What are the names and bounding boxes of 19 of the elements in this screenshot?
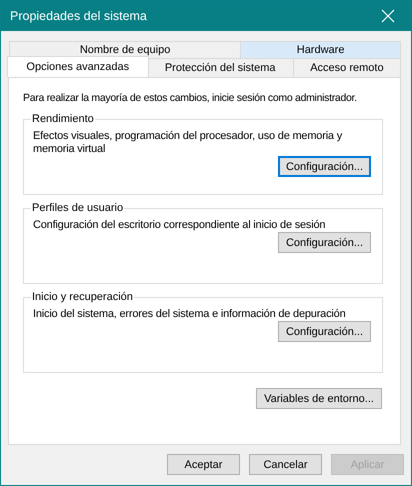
- tab[interactable]: Nombre de equipo: [9, 41, 242, 58]
- environment-variables-button[interactable]: Variables de entorno...: [256, 388, 382, 409]
- settings-button[interactable]: Configuración...: [278, 321, 371, 342]
- group-title: Rendimiento: [31, 113, 95, 125]
- group-title: Perfiles de usuario: [31, 202, 124, 214]
- dialog-button[interactable]: Cancelar: [249, 454, 322, 475]
- description-text: Configuración del escritorio correspondiente al inicio de sesión: [33, 219, 326, 232]
- description-text: Inicio del sistema, errores del sistema e información de depuración: [33, 308, 346, 321]
- window-title: Propiedades del sistema: [9, 9, 147, 23]
- close-icon: [381, 9, 395, 23]
- group-title: Inicio y recuperación: [31, 291, 134, 303]
- tab[interactable]: Acceso remoto: [292, 58, 401, 77]
- dialog-button[interactable]: Aceptar: [167, 454, 240, 475]
- info-text: Para realizar la mayoría de estos cambios, inicie sesión como administrador.: [23, 91, 358, 105]
- settings-button[interactable]: Configuración...: [278, 156, 371, 177]
- settings-button[interactable]: Configuración...: [278, 232, 371, 253]
- description-text: Efectos visuales, programación del procesador, uso de memoria y memoria virtual: [33, 130, 344, 156]
- tab[interactable]: Hardware: [240, 41, 401, 58]
- tab[interactable]: Opciones avanzadas: [7, 56, 149, 77]
